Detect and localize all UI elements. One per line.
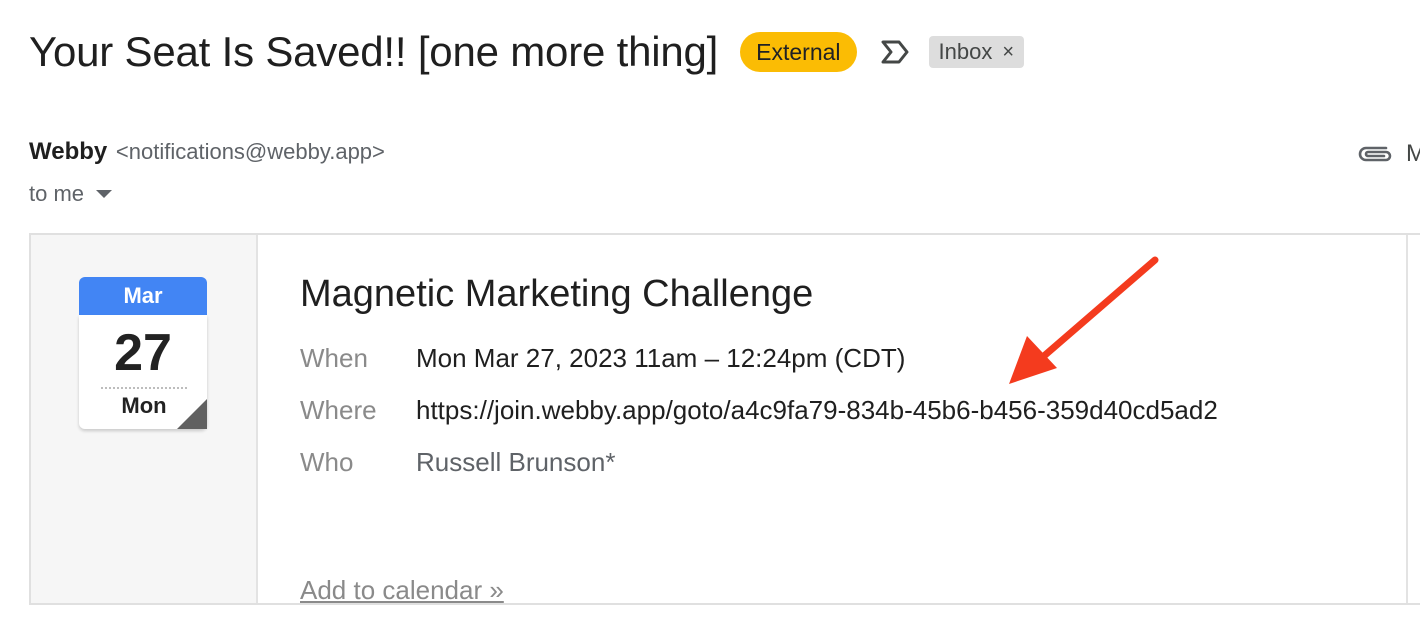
calendar-panel: Mar 27 Mon [31,235,258,603]
when-label: When [300,343,368,373]
inbox-label-text: Inbox [938,39,993,64]
calendar-divider [101,387,187,389]
email-subject: Your Seat Is Saved!! [one more thing] [29,28,719,75]
who-value: Russell Brunson* [416,447,616,477]
where-value[interactable]: https://join.webby.app/goto/a4c9fa79-834… [416,395,1218,426]
calendar-page: 27 Mon [79,315,207,429]
who-label: Who [300,447,354,477]
attachment-icon [1358,146,1392,162]
calendar-month: Mar [79,277,207,315]
page-fold-icon [177,399,207,429]
card-right-divider [1406,235,1408,603]
where-label: Where [300,395,377,425]
calendar-day: 27 [114,324,172,382]
event-card: Mar 27 Mon Magnetic Marketing Challenge … [29,233,1420,605]
recipient-text: to me [29,181,85,206]
importance-marker-icon[interactable] [879,38,911,66]
external-badge: External [740,32,857,72]
remove-label-icon[interactable]: × [1002,41,1014,64]
calendar-weekday: Mon [121,393,167,418]
event-details: Magnetic Marketing Challenge When Mon Ma… [300,273,1218,605]
recipient-dropdown-icon[interactable] [96,190,113,198]
sender-row: Webby <notifications@webby.app> [29,138,385,166]
attachment-area: M [1356,140,1420,168]
recipient-row: to me [29,181,113,207]
annotation-arrow-icon [1009,256,1159,384]
event-title: Magnetic Marketing Challenge [300,273,814,315]
when-value: Mon Mar 27, 2023 11am – 12:24pm (CDT) [416,343,906,373]
inbox-label: Inbox × [928,36,1025,68]
subject-row: Your Seat Is Saved!! [one more thing] Ex… [29,22,1025,82]
add-to-calendar-link[interactable]: Add to calendar » [300,575,504,606]
attachment-text: M [1406,140,1420,167]
sender-name: Webby [29,138,108,165]
calendar-date-icon: Mar 27 Mon [79,277,207,429]
sender-email: <notifications@webby.app> [115,139,385,164]
